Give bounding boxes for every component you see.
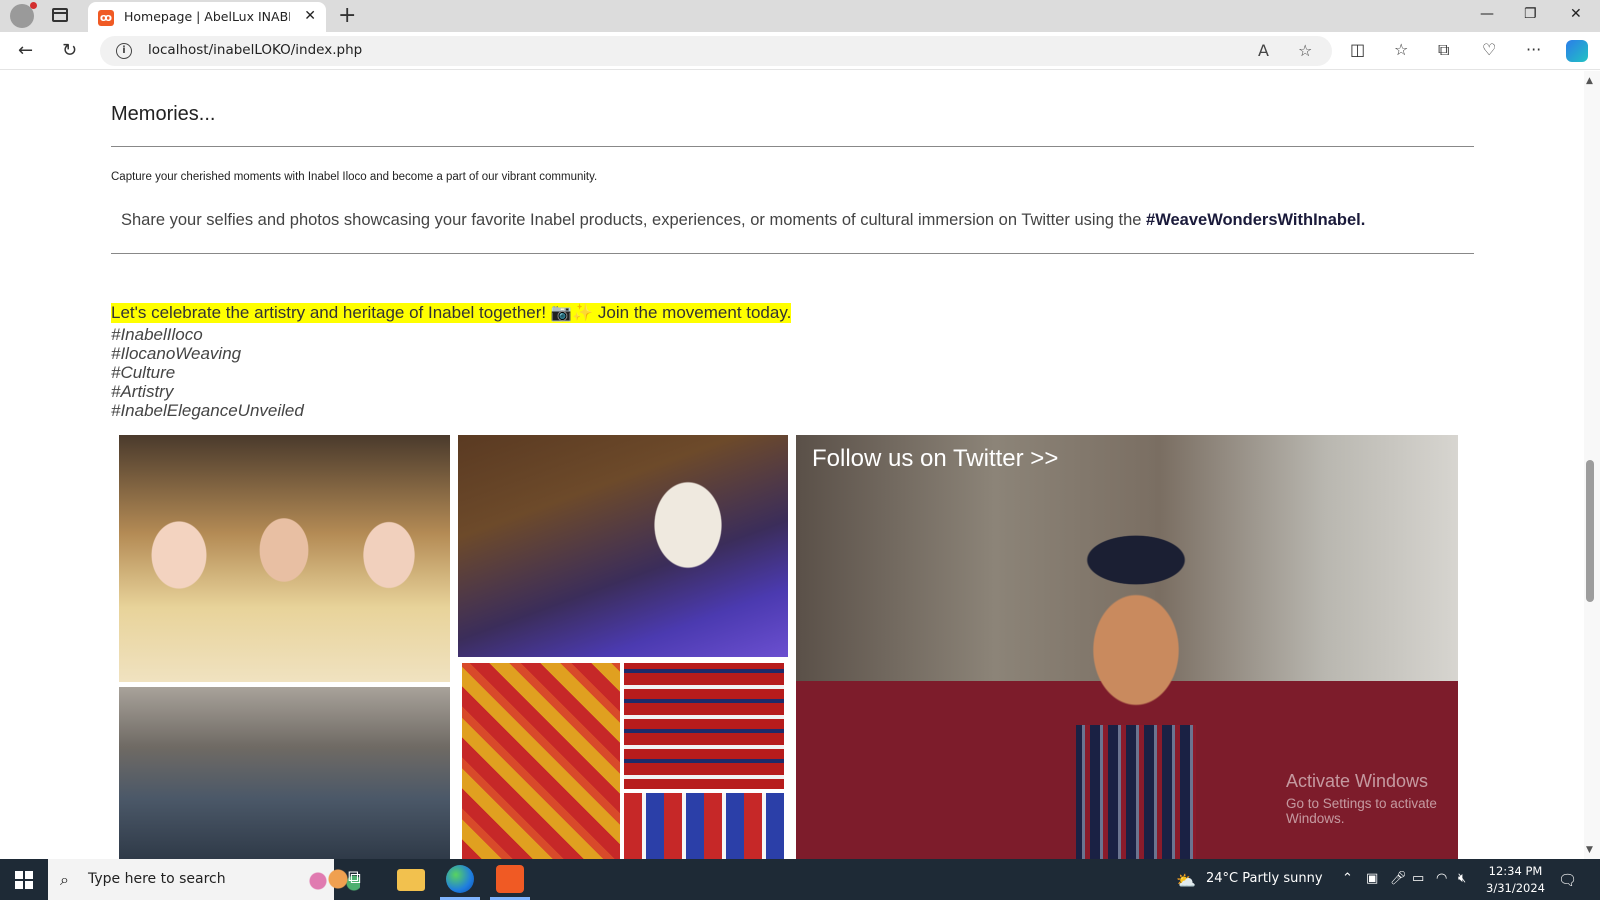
photo-elderly-women [119,435,450,682]
url-text[interactable]: localhost/inabelLOKO/index.php [148,42,362,58]
hashtag-item: #Culture [111,363,176,382]
xampp-favicon-icon: ꝏ [98,10,114,26]
edge-browser-icon[interactable] [446,865,474,893]
photo-inabel-fabric-blue [624,793,784,859]
watermark-subtitle: Go to Settings to activate Windows. [1286,796,1437,826]
show-hidden-icons-icon[interactable]: ⌃ [1342,871,1353,886]
tab-title: Homepage | AbelLux INABEL ILOKO [124,9,290,24]
more-options-icon[interactable]: ··· [1526,40,1541,59]
photo-inabel-fabric-yellow [462,663,620,859]
site-info-icon[interactable]: i [116,43,132,59]
profile-avatar-icon[interactable] [10,2,37,28]
browser-essentials-icon[interactable]: ♡ [1482,40,1496,59]
tab-close-icon[interactable]: ✕ [304,8,316,24]
new-tab-button[interactable]: + [338,3,356,28]
share-text-body: Share your selfies and photos showcasing… [121,211,1147,229]
search-icon: ⌕ [60,870,69,889]
split-screen-icon[interactable]: ◫ [1350,40,1365,59]
photo-weaving-workshop [119,687,450,859]
windows-taskbar: ⌕ Type here to search ⧉ ⛅ 24°C Partly su… [0,859,1600,900]
read-aloud-icon[interactable]: A [1258,41,1269,60]
address-bar-row: ← ↻ i localhost/inabelLOKO/index.php A ☆… [0,32,1600,70]
taskbar-clock[interactable]: 12:34 PM 3/31/2024 [1486,863,1545,897]
back-arrow-icon[interactable]: ← [18,40,33,61]
close-window-button[interactable]: ✕ [1570,6,1582,22]
search-placeholder: Type here to search [88,871,226,887]
watermark-title: Activate Windows [1286,771,1429,791]
volume-muted-icon[interactable]: 🔇︎ [1458,871,1466,886]
favorites-icon[interactable]: ☆ [1394,40,1408,59]
xampp-icon[interactable] [496,865,524,893]
hashtag-list: #InabelIloco #IlocanoWeaving #Culture #A… [111,325,304,420]
file-explorer-icon[interactable] [397,869,425,891]
favorite-star-icon[interactable]: ☆ [1298,41,1312,60]
clock-time: 12:34 PM [1488,864,1543,878]
clock-date: 3/31/2024 [1486,881,1545,895]
task-view-icon[interactable]: ⧉ [348,867,376,895]
wifi-icon[interactable]: ◠ [1436,871,1447,886]
minimize-button[interactable]: — [1480,6,1494,22]
divider [111,253,1474,254]
photo-model-inabel-shirt[interactable]: Follow us on Twitter >> Activate Windows… [796,435,1458,859]
notifications-icon[interactable]: 🗨︎ [1558,871,1577,889]
divider [111,146,1474,147]
browser-tab-homepage[interactable]: ꝏ Homepage | AbelLux INABEL ILOKO ✕ [88,2,326,32]
follow-twitter-link[interactable]: Follow us on Twitter >> [812,445,1058,473]
share-text: Share your selfies and photos showcasing… [121,211,1365,230]
share-hashtag: #WeaveWondersWithInabel. [1146,211,1366,229]
shirt-pattern [1076,725,1196,859]
battery-icon[interactable]: ▭ [1412,871,1424,886]
hashtag-item: #InabelEleganceUnveiled [111,401,304,420]
photo-inabel-fabric-red [624,663,784,789]
taskbar-search-field[interactable]: ⌕ Type here to search [48,859,360,900]
scroll-down-icon[interactable]: ▼ [1586,845,1593,855]
photo-weaver-at-loom [458,435,788,657]
collections-icon[interactable]: ⧉ [1438,40,1449,60]
tab-actions-icon[interactable] [52,8,68,22]
copilot-icon[interactable] [1566,40,1588,62]
memories-heading: Memories... [111,103,216,125]
activate-windows-watermark: Activate Windows Go to Settings to activ… [1286,771,1458,826]
intro-text: Capture your cherished moments with Inab… [111,171,598,183]
weather-icon[interactable]: ⛅ [1176,871,1196,890]
scrollbar-thumb[interactable] [1586,460,1594,602]
hashtag-item: #IlocanoWeaving [111,344,242,363]
meet-now-icon[interactable]: ▣ [1366,871,1378,886]
scroll-up-icon[interactable]: ▲ [1586,76,1593,86]
celebrate-highlight-text: Let's celebrate the artistry and heritag… [111,303,792,323]
weather-text[interactable]: 24°C Partly sunny [1206,871,1323,886]
page-content: Memories... Capture your cherished momen… [0,71,1584,859]
refresh-icon[interactable]: ↻ [62,40,77,61]
microphone-icon[interactable]: 🎤︎ [1390,871,1407,886]
hashtag-item: #InabelIloco [111,325,203,344]
hashtag-item: #Artistry [111,382,174,401]
windows-start-icon[interactable] [15,871,33,889]
restore-button[interactable]: ❐ [1524,6,1537,22]
url-field[interactable]: i localhost/inabelLOKO/index.php A ☆ [100,36,1332,66]
browser-tab-bar: ꝏ Homepage | AbelLux INABEL ILOKO ✕ + — … [0,0,1600,32]
